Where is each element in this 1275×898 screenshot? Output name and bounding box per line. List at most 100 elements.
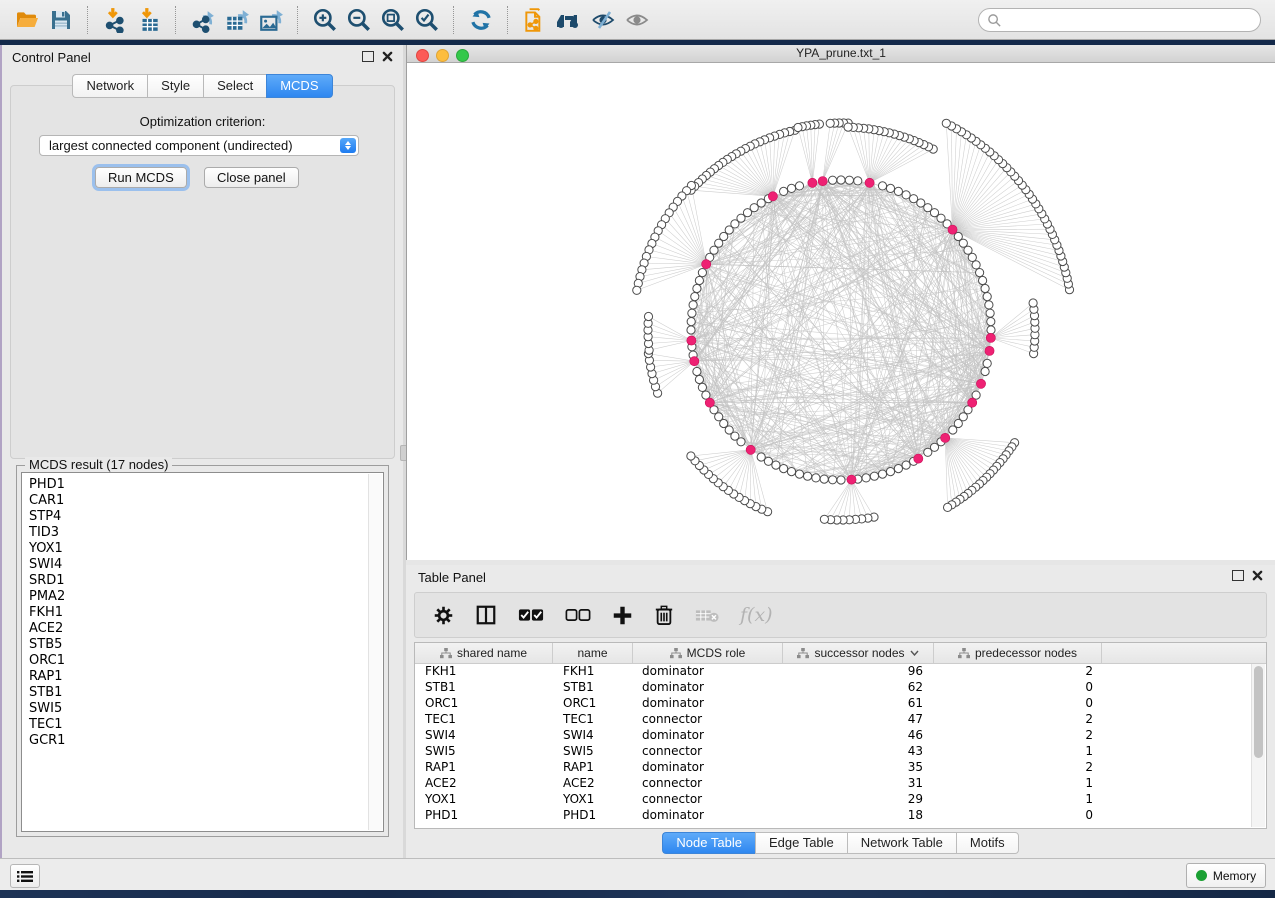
mcds-result-item[interactable]: ORC1 (22, 653, 383, 669)
table-settings-gear-icon[interactable] (433, 605, 454, 626)
close-panel-icon[interactable] (382, 51, 393, 62)
select-all-icon[interactable] (518, 607, 544, 623)
column-header-shared-name[interactable]: shared name (415, 643, 553, 663)
function-builder-icon[interactable]: f(x) (740, 604, 773, 626)
eye-slash-icon (590, 8, 616, 32)
mcds-result-item[interactable]: SWI4 (22, 557, 383, 573)
tab-select[interactable]: Select (203, 74, 266, 98)
save-session-button[interactable] (44, 4, 78, 36)
criterion-select[interactable]: largest connected component (undirected) (39, 135, 359, 156)
table-row[interactable]: RAP1RAP1dominator352 (415, 759, 1252, 775)
run-mcds-button[interactable]: Run MCDS (95, 167, 187, 188)
export-image-button[interactable] (254, 4, 288, 36)
search-input[interactable] (978, 8, 1261, 32)
share-document-icon (522, 7, 548, 33)
status-bar: Memory (0, 858, 1275, 890)
share-network-button[interactable] (518, 4, 552, 36)
show-columns-icon[interactable] (475, 604, 497, 626)
tab-network-table[interactable]: Network Table (847, 832, 956, 854)
mcds-result-item[interactable]: YOX1 (22, 541, 383, 557)
table-row[interactable]: FKH1FKH1dominator962 (415, 663, 1252, 679)
float-panel-icon[interactable] (362, 51, 374, 62)
table-scrollbar[interactable] (1251, 664, 1265, 827)
column-namespace-icon (440, 648, 452, 659)
tab-edge-table[interactable]: Edge Table (755, 832, 847, 854)
close-panel-icon[interactable] (1252, 570, 1263, 581)
column-header-predecessor-nodes[interactable]: predecessor nodes (934, 643, 1102, 663)
table-panel-title: Table Panel (418, 570, 486, 585)
zoom-fit-button[interactable] (376, 4, 410, 36)
mcds-result-item[interactable]: STB1 (22, 685, 383, 701)
column-header-successor-nodes[interactable]: successor nodes (783, 643, 934, 663)
mcds-result-item[interactable]: RAP1 (22, 669, 383, 685)
mcds-result-item[interactable]: GCR1 (22, 733, 383, 749)
close-panel-button[interactable]: Close panel (204, 167, 299, 188)
column-header-filler (1102, 643, 1266, 663)
import-network-button[interactable] (98, 4, 132, 36)
mcds-result-item[interactable]: ACE2 (22, 621, 383, 637)
toolbar-separator (453, 6, 455, 34)
mcds-result-item[interactable]: CAR1 (22, 493, 383, 509)
zoom-in-button[interactable] (308, 4, 342, 36)
table-row[interactable]: ORC1ORC1dominator610 (415, 695, 1252, 711)
sort-desc-icon (910, 650, 919, 656)
export-table-button[interactable] (220, 4, 254, 36)
column-header-mcds-role[interactable]: MCDS role (633, 643, 783, 663)
mcds-result-item[interactable]: PHD1 (22, 477, 383, 493)
tab-node-table[interactable]: Node Table (662, 832, 755, 854)
mcds-result-item[interactable]: STB5 (22, 637, 383, 653)
export-image-icon (258, 7, 284, 33)
import-table-icon (136, 7, 162, 33)
tab-network[interactable]: Network (72, 74, 147, 98)
refresh-view-button[interactable] (464, 4, 498, 36)
create-column-plus-icon[interactable] (612, 605, 633, 626)
hide-selected-button[interactable] (586, 4, 620, 36)
mcds-result-item[interactable]: SRD1 (22, 573, 383, 589)
deselect-all-icon[interactable] (565, 607, 591, 623)
toolbar-separator (175, 6, 177, 34)
table-row[interactable]: PHD1PHD1dominator180 (415, 807, 1252, 823)
network-canvas[interactable] (407, 63, 1274, 558)
mcds-result-item[interactable]: TEC1 (22, 717, 383, 733)
export-table-icon (224, 7, 250, 33)
delete-table-icon[interactable] (695, 607, 719, 623)
import-table-button[interactable] (132, 4, 166, 36)
table-row[interactable]: STB1STB1dominator620 (415, 679, 1252, 695)
export-network-button[interactable] (186, 4, 220, 36)
table-row[interactable]: SWI4SWI4dominator462 (415, 727, 1252, 743)
mcds-result-item[interactable]: FKH1 (22, 605, 383, 621)
eye-icon (624, 8, 650, 32)
mcds-result-group: MCDS result (17 nodes) PHD1CAR1STP4TID3Y… (16, 465, 389, 837)
open-session-button[interactable] (10, 4, 44, 36)
network-window-titlebar[interactable]: YPA_prune.txt_1 (407, 45, 1275, 63)
table-row[interactable]: SWI5SWI5connector431 (415, 743, 1252, 759)
binoculars-icon (555, 8, 583, 32)
network-view-window[interactable]: YPA_prune.txt_1 (406, 45, 1275, 560)
control-panel-tabs: NetworkStyleSelectMCDS (2, 74, 403, 98)
show-all-button[interactable] (620, 4, 654, 36)
table-panel-tabs: Node TableEdge TableNetwork TableMotifs (406, 832, 1275, 854)
task-history-button[interactable] (10, 864, 40, 888)
float-panel-icon[interactable] (1232, 570, 1244, 581)
result-scrollbar[interactable] (368, 474, 382, 830)
mcds-result-item[interactable]: STP4 (22, 509, 383, 525)
table-row[interactable]: TEC1TEC1connector472 (415, 711, 1252, 727)
first-neighbors-button[interactable] (552, 4, 586, 36)
mcds-result-item[interactable]: SWI5 (22, 701, 383, 717)
tab-mcds[interactable]: MCDS (266, 74, 332, 98)
table-row[interactable]: ACE2ACE2connector311 (415, 775, 1252, 791)
select-stepper-icon (340, 138, 356, 153)
zoom-out-button[interactable] (342, 4, 376, 36)
column-header-name[interactable]: name (553, 643, 633, 663)
zoom-selected-icon (414, 7, 440, 33)
mcds-result-item[interactable]: PMA2 (22, 589, 383, 605)
column-namespace-icon (797, 648, 809, 659)
tab-motifs[interactable]: Motifs (956, 832, 1019, 854)
zoom-selected-button[interactable] (410, 4, 444, 36)
mcds-result-item[interactable]: TID3 (22, 525, 383, 541)
delete-column-trash-icon[interactable] (654, 604, 674, 626)
tab-style[interactable]: Style (147, 74, 203, 98)
memory-button[interactable]: Memory (1186, 863, 1266, 888)
mcds-result-list[interactable]: PHD1CAR1STP4TID3YOX1SWI4SRD1PMA2FKH1ACE2… (21, 472, 384, 832)
table-row[interactable]: YOX1YOX1connector291 (415, 791, 1252, 807)
